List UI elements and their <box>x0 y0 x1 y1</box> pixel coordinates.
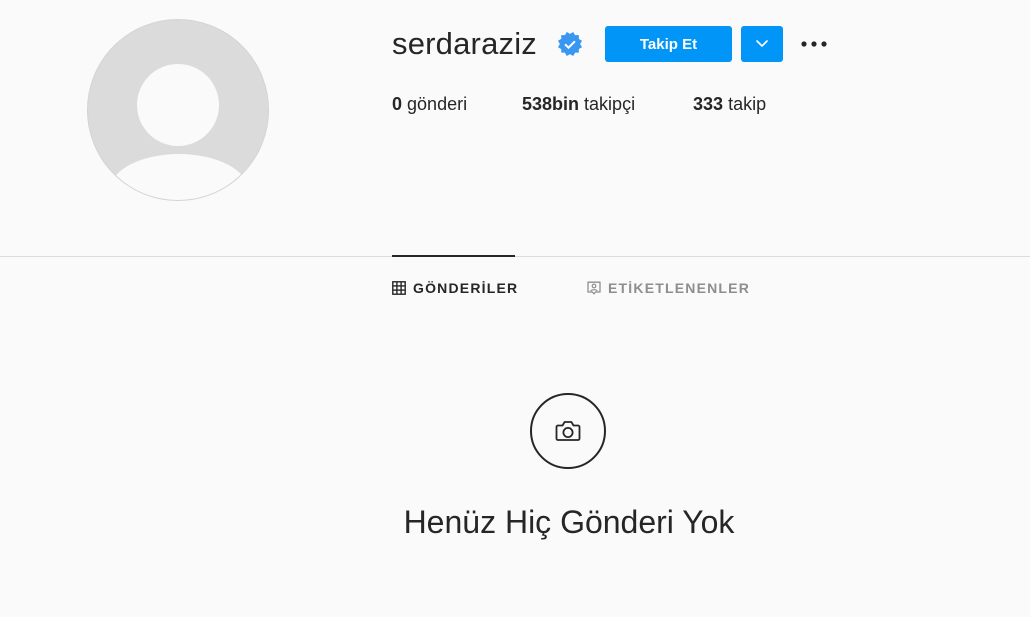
followers-count: 538bin <box>522 94 580 114</box>
avatar[interactable] <box>87 19 269 201</box>
more-options-button[interactable] <box>798 30 830 58</box>
stat-following[interactable]: 333 takip <box>693 92 766 116</box>
posts-label: gönderi <box>407 94 468 114</box>
follow-button[interactable]: Takip Et <box>605 26 732 62</box>
tab-posts-label: GÖNDERİLER <box>413 280 519 296</box>
suggestions-dropdown-button[interactable] <box>741 26 783 62</box>
following-count: 333 <box>693 94 724 114</box>
chevron-down-icon <box>756 40 768 47</box>
profile-page: serdaraziz Takip Et 0 gönderi 538bin tak… <box>0 0 1030 617</box>
avatar-placeholder-body <box>110 154 248 200</box>
empty-state-camera-circle <box>530 393 606 469</box>
stat-followers[interactable]: 538bin takipçi <box>522 92 635 116</box>
active-tab-indicator <box>392 255 515 257</box>
tagged-icon <box>587 281 601 295</box>
tabs-divider <box>0 256 1030 257</box>
stat-posts: 0 gönderi <box>392 92 467 116</box>
ellipsis-icon <box>801 41 827 47</box>
username: serdaraziz <box>392 26 537 61</box>
empty-state-title: Henüz Hiç Gönderi Yok <box>403 504 735 540</box>
avatar-placeholder-head <box>137 64 219 146</box>
posts-count: 0 <box>392 94 403 114</box>
tab-tagged-label: ETİKETLENENLER <box>608 280 751 296</box>
verified-badge-icon <box>558 32 582 56</box>
grid-icon <box>392 281 406 295</box>
following-label: takip <box>728 94 767 114</box>
followers-label: takipçi <box>584 94 636 114</box>
camera-icon <box>555 421 581 441</box>
